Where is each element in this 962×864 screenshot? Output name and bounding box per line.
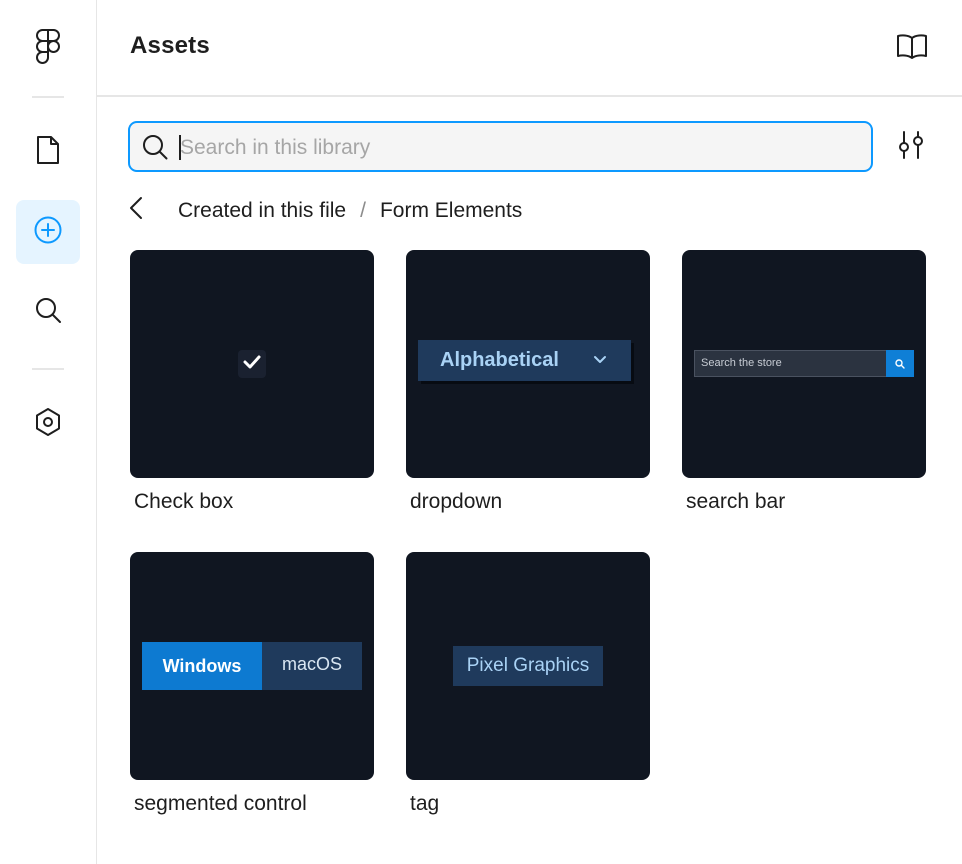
book-icon — [896, 33, 928, 64]
segment-option: macOS — [262, 642, 362, 690]
filter-button[interactable] — [894, 130, 928, 164]
library-book-button[interactable] — [895, 32, 929, 64]
search-icon — [886, 350, 914, 377]
search-bar-preview: Search the store — [694, 350, 914, 377]
dropdown-preview: Alphabetical — [418, 340, 631, 381]
figma-logo-button[interactable] — [16, 16, 80, 80]
figma-logo-icon — [35, 28, 61, 69]
rail-assets-button[interactable] — [16, 200, 80, 264]
breadcrumb: Created in this file / Form Elements — [128, 196, 522, 226]
breadcrumb-separator: / — [360, 199, 366, 222]
component-card-segmented-control[interactable]: Windows macOS — [130, 552, 374, 780]
chevron-down-icon — [593, 352, 607, 370]
segmented-control-preview: Windows macOS — [142, 642, 362, 690]
assets-panel: Assets Search in this library Created in… — [97, 0, 962, 864]
segment-option-selected: Windows — [142, 642, 262, 690]
search-box — [128, 121, 873, 172]
panel-header: Assets — [97, 0, 962, 97]
dropdown-preview-label: Alphabetical — [440, 349, 559, 371]
search-icon — [142, 134, 168, 160]
page-title: Assets — [130, 32, 210, 59]
component-label: dropdown — [410, 490, 503, 513]
sliders-icon — [898, 130, 924, 165]
search-bar-preview-placeholder: Search the store — [701, 357, 782, 369]
back-button[interactable] — [128, 196, 144, 226]
rail-file-button[interactable] — [16, 120, 80, 184]
component-label: segmented control — [134, 792, 307, 815]
component-card-search-bar[interactable]: Search the store — [682, 250, 926, 478]
search-input[interactable] — [180, 134, 830, 161]
component-card-check-box[interactable] — [130, 250, 374, 478]
chevron-left-icon — [129, 196, 143, 226]
component-card-dropdown[interactable]: Alphabetical — [406, 250, 650, 478]
add-circle-icon — [33, 215, 63, 250]
file-icon — [36, 135, 60, 170]
component-label: search bar — [686, 490, 786, 513]
checkbox-preview — [238, 350, 266, 378]
component-card-tag[interactable]: Pixel Graphics — [406, 552, 650, 780]
component-label: tag — [410, 792, 440, 815]
search-icon — [34, 296, 62, 329]
plugin-hexagon-icon — [34, 407, 62, 442]
component-label: Check box — [134, 490, 234, 513]
tag-preview: Pixel Graphics — [453, 646, 603, 686]
breadcrumb-parent-link[interactable]: Created in this file — [178, 199, 346, 223]
rail-plugins-button[interactable] — [16, 392, 80, 456]
breadcrumb-current: Form Elements — [379, 199, 523, 222]
rail-search-button[interactable] — [16, 280, 80, 344]
rail-divider — [32, 368, 64, 370]
checkmark-icon — [243, 355, 261, 374]
rail-divider — [32, 96, 64, 98]
left-rail — [0, 0, 97, 864]
